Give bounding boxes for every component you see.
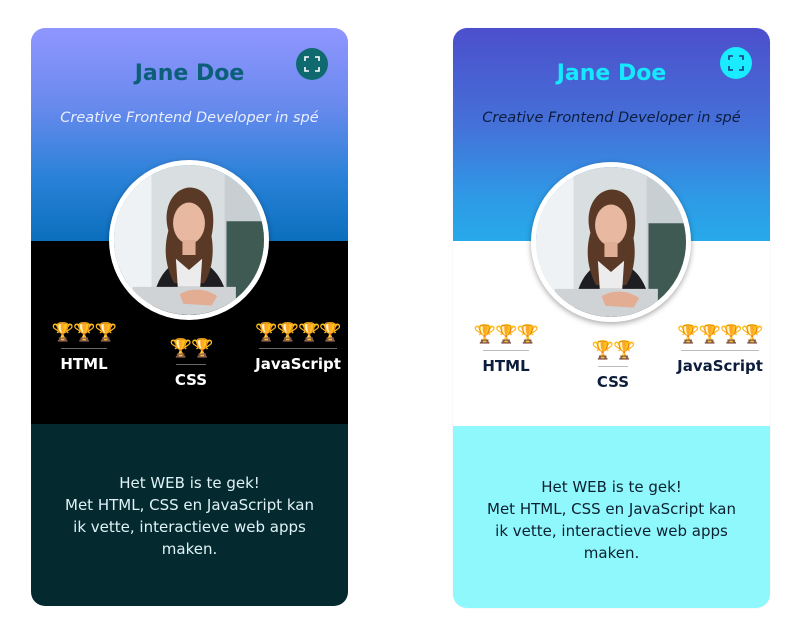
skill-html: 🏆🏆🏆 HTML — [473, 324, 539, 375]
trophy-icon: 🏆🏆🏆 — [51, 322, 117, 343]
skill-label: CSS — [596, 373, 630, 391]
bio-section: Het WEB is te gek! Met HTML, CSS en Java… — [453, 426, 770, 608]
skill-label: JavaScript — [677, 357, 763, 375]
skill-css: 🏆🏆 CSS — [585, 340, 641, 391]
profile-photo — [536, 167, 686, 317]
skill-javascript: 🏆🏆🏆🏆 JavaScript — [253, 322, 343, 373]
trophy-icon: 🏆🏆 — [169, 338, 214, 359]
expand-button[interactable] — [720, 47, 752, 79]
bio-text: Het WEB is te gek! Met HTML, CSS en Java… — [481, 476, 742, 564]
trophy-icon: 🏆🏆🏆🏆 — [255, 322, 342, 343]
trophy-icon: 🏆🏆 — [591, 340, 636, 361]
expand-button[interactable] — [296, 48, 328, 80]
skill-html: 🏆🏆🏆 HTML — [51, 322, 117, 373]
skill-label: HTML — [60, 355, 108, 373]
bio-line-1: Het WEB is te gek! — [541, 478, 682, 496]
expand-icon — [304, 56, 320, 72]
divider — [483, 350, 529, 351]
bio-line-2: Met HTML, CSS en JavaScript kan ik vette… — [487, 500, 736, 562]
profile-card-light: Het WEB is te gek! Met HTML, CSS en Java… — [453, 28, 770, 608]
trophy-icon: 🏆🏆🏆🏆 — [677, 324, 764, 345]
expand-icon — [728, 55, 744, 71]
avatar — [531, 162, 691, 322]
skill-label: CSS — [174, 371, 208, 389]
divider — [681, 350, 759, 351]
skill-javascript: 🏆🏆🏆🏆 JavaScript — [675, 324, 765, 375]
skill-label: HTML — [482, 357, 530, 375]
divider — [259, 348, 337, 349]
skill-label: JavaScript — [255, 355, 341, 373]
profile-subtitle: Creative Frontend Developer in spé — [482, 110, 741, 126]
bio-line-2: Met HTML, CSS en JavaScript kan ik vette… — [65, 496, 314, 558]
divider — [61, 348, 107, 349]
divider — [598, 366, 628, 367]
bio-line-1: Het WEB is te gek! — [119, 474, 260, 492]
trophy-icon: 🏆🏆🏆 — [473, 324, 539, 345]
avatar — [109, 160, 269, 320]
profile-photo — [114, 165, 264, 315]
profile-card-dark: Het WEB is te gek! Met HTML, CSS en Java… — [31, 28, 348, 606]
skill-css: 🏆🏆 CSS — [163, 338, 219, 389]
bio-section: Het WEB is te gek! Met HTML, CSS en Java… — [31, 424, 348, 606]
profile-subtitle: Creative Frontend Developer in spé — [60, 110, 319, 126]
divider — [176, 364, 206, 365]
bio-text: Het WEB is te gek! Met HTML, CSS en Java… — [59, 472, 320, 560]
